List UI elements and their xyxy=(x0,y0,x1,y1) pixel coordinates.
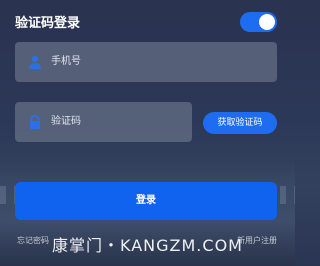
code-placeholder: 验证码 xyxy=(51,116,81,127)
phone-placeholder: 手机号 xyxy=(51,56,81,67)
get-code-button[interactable]: 获取验证码 xyxy=(203,112,277,134)
lock-icon xyxy=(27,114,43,130)
verification-code-field[interactable]: 验证码 xyxy=(15,102,192,142)
toggle-knob xyxy=(259,14,275,30)
login-button[interactable]: 登录 xyxy=(15,182,277,220)
user-icon xyxy=(27,54,43,70)
page-title: 验证码登录 xyxy=(15,16,81,31)
login-mode-toggle[interactable] xyxy=(240,12,277,32)
watermark: 康掌门・KANGZM.COM xyxy=(52,236,243,255)
phone-field[interactable]: 手机号 xyxy=(15,42,277,82)
